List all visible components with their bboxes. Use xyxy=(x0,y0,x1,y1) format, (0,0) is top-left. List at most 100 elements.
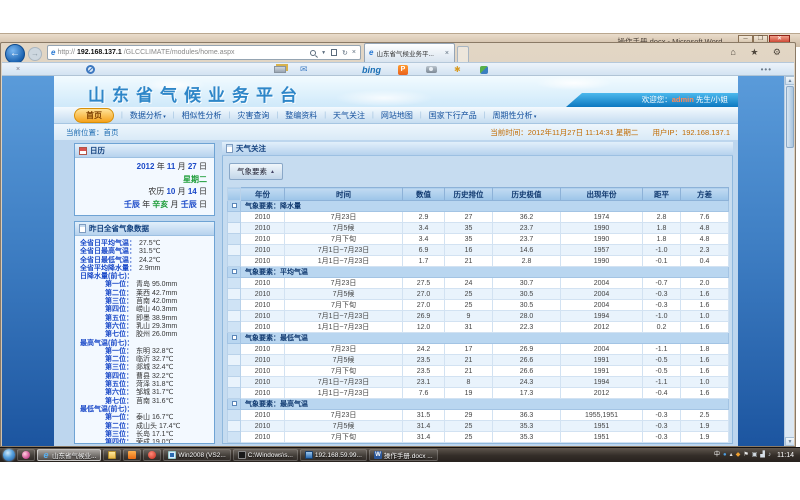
taskbar-button-explorer[interactable] xyxy=(103,449,121,461)
expand-checkbox[interactable] xyxy=(232,269,237,274)
bing-logo[interactable]: bing xyxy=(362,65,381,75)
forward-button[interactable]: → xyxy=(28,47,42,61)
toolbar-close-icon[interactable]: × xyxy=(16,66,20,73)
table-row[interactable]: 20107月23日27.52430.72004-0.72.0 xyxy=(228,278,729,289)
nav-item-2[interactable]: 相似性分析 xyxy=(182,110,222,121)
tab-close-icon[interactable]: × xyxy=(445,50,449,57)
taskbar-button-vm[interactable]: Win2008 (VS2... xyxy=(163,449,230,461)
back-button[interactable]: ← xyxy=(5,44,25,64)
star-plugin-icon[interactable]: ✱ xyxy=(454,65,461,74)
element-selector-button[interactable]: 气象要素 ▲ xyxy=(229,163,283,180)
ime-indicator-icon[interactable]: 中 xyxy=(714,451,720,459)
nav-item-5[interactable]: 天气关注 xyxy=(333,110,365,121)
camera-icon[interactable] xyxy=(426,66,437,73)
weather-panel-title: 昨日全省气象数据 xyxy=(89,223,149,234)
compatibility-view-icon[interactable] xyxy=(331,49,337,56)
mail-icon[interactable]: ✉ xyxy=(300,64,308,75)
table-row[interactable]: 20107月5候3.43523.719901.84.8 xyxy=(228,223,729,234)
nav-item-8[interactable]: 周期性分析 ▾ xyxy=(493,110,537,121)
network-icon[interactable]: ▟ xyxy=(760,451,765,459)
table-row[interactable]: 20107月5候27.02530.52004-0.31.6 xyxy=(228,289,729,300)
taskbar-button-media-player[interactable] xyxy=(143,449,161,461)
expand-cell[interactable] xyxy=(228,267,241,278)
vertical-scrollbar[interactable]: ▲ ▼ xyxy=(784,76,794,446)
table-group-row[interactable]: 气象要素：最高气温 xyxy=(228,399,729,410)
expand-checkbox[interactable] xyxy=(232,335,237,340)
expand-cell[interactable] xyxy=(228,399,241,410)
nav-item-0[interactable]: 首页 xyxy=(74,108,114,123)
table-row[interactable]: 20107月下旬27.02530.52004-0.31.6 xyxy=(228,300,729,311)
table-row[interactable]: 20107月5候31.42535.31951-0.31.9 xyxy=(228,421,729,432)
new-tab-button[interactable] xyxy=(457,46,469,62)
cell: 7月1日~7月23日 xyxy=(285,377,403,388)
table-row[interactable]: 20107月23日31.52936.31955,1951-0.32.5 xyxy=(228,410,729,421)
scroll-up-icon[interactable]: ▲ xyxy=(785,76,794,85)
table-row[interactable]: 20107月1日~7月23日31.5933.01987-1.01.1 xyxy=(228,443,729,445)
app-badge-icon[interactable]: ● xyxy=(723,451,727,459)
table-row[interactable]: 20107月23日2.92736.219742.87.6 xyxy=(228,212,729,223)
taskbar-button-app-orange[interactable] xyxy=(123,449,141,461)
expand-checkbox[interactable] xyxy=(232,401,237,406)
rank-value: 荣成 19.0℃ xyxy=(136,439,173,444)
table-row[interactable]: 20101月1日~7月23日12.03122.320120.21.6 xyxy=(228,322,729,333)
volume-icon[interactable]: ♪ xyxy=(768,451,771,459)
expand-cell[interactable] xyxy=(228,333,241,344)
expand-checkbox[interactable] xyxy=(232,203,237,208)
column-header-0: 年份 xyxy=(241,188,285,201)
table-row[interactable]: 20107月1日~7月23日26.9928.01994-1.01.0 xyxy=(228,311,729,322)
address-bar[interactable]: e http:// 192.168.137.1 /GLCCLIMATE/modu… xyxy=(47,45,361,60)
table-row[interactable]: 20107月23日24.21726.92004-1.11.8 xyxy=(228,344,729,355)
cell: 1990 xyxy=(561,256,643,267)
nav-item-6[interactable]: 网站地图 xyxy=(381,110,413,121)
table-row[interactable]: 20101月1日~7月23日7.61917.32012-0.41.6 xyxy=(228,388,729,399)
nav-item-7[interactable]: 国家下行产品 xyxy=(429,110,477,121)
nav-item-4[interactable]: 整编资料 xyxy=(285,110,317,121)
rank-value: 胶州 26.0mm xyxy=(136,331,177,339)
cards-icon[interactable] xyxy=(274,66,286,73)
cell: 33.0 xyxy=(493,443,561,445)
browser-chrome-icons[interactable]: ⌂ ★ ⚙ xyxy=(730,47,787,58)
weather-group-title: 最高气温(前七)： xyxy=(80,340,214,348)
cell: 1991 xyxy=(561,366,643,377)
url-path: /GLCCLIMATE/modules/home.aspx xyxy=(124,49,235,56)
table-row[interactable]: 20107月5候23.52126.61991-0.51.6 xyxy=(228,355,729,366)
taskbar-button-remote-desktop[interactable]: 192.168.59.99... xyxy=(300,449,367,461)
nav-item-3[interactable]: 灾害查询 xyxy=(237,110,269,121)
start-button[interactable] xyxy=(3,449,15,461)
more-options-icon[interactable]: ••• xyxy=(761,65,772,74)
table-row[interactable]: 20107月下旬31.42535.31951-0.31.9 xyxy=(228,432,729,443)
plugin-p-icon[interactable]: P xyxy=(398,65,408,75)
taskbar-button-cmd[interactable]: C:\Windows\s... xyxy=(233,449,298,461)
stop-icon[interactable]: × xyxy=(352,49,356,56)
display-icon[interactable]: ▣ xyxy=(752,451,758,459)
scroll-down-icon[interactable]: ▼ xyxy=(785,437,794,446)
rank-label: 第二位： xyxy=(105,423,133,431)
cell: 1.7 xyxy=(403,256,445,267)
scrollbar-thumb[interactable] xyxy=(786,86,794,148)
table-row[interactable]: 20107月1日~7月23日6.91614.61957-1.02.3 xyxy=(228,245,729,256)
cell: 2010 xyxy=(241,421,285,432)
blocked-content-icon[interactable] xyxy=(86,65,95,74)
table-row[interactable]: 20107月下旬3.43523.719901.84.8 xyxy=(228,234,729,245)
action-center-flag-icon[interactable]: ⚑ xyxy=(743,451,748,459)
column-header-7: 方差 xyxy=(681,188,729,201)
table-row[interactable]: 20107月下旬23.52126.61991-0.51.6 xyxy=(228,366,729,377)
search-icon[interactable] xyxy=(310,50,316,56)
taskbar-button-launcher[interactable] xyxy=(17,449,35,461)
table-group-row[interactable]: 气象要素：降水量 xyxy=(228,201,729,212)
taskbar-button-ie[interactable]: e山东省气候业... xyxy=(37,449,101,461)
table-row[interactable]: 20101月1日~7月23日1.7212.81990-0.10.4 xyxy=(228,256,729,267)
column-header-4: 历史极值 xyxy=(493,188,561,201)
table-group-row[interactable]: 气象要素：最低气温 xyxy=(228,333,729,344)
refresh-icon[interactable]: ↻ xyxy=(342,49,348,57)
table-group-row[interactable]: 气象要素：平均气温 xyxy=(228,267,729,278)
taskbar-button-word-doc[interactable]: W操作手册.docx ... xyxy=(369,449,438,461)
puzzle-plugin-icon[interactable] xyxy=(480,66,488,74)
nav-item-1[interactable]: 数据分析 ▾ xyxy=(130,110,166,121)
browser-tab[interactable]: e 山东省气候业务平... × xyxy=(364,43,455,62)
chevron-down-icon[interactable]: ▼ xyxy=(321,50,326,56)
expand-cell[interactable] xyxy=(228,201,241,212)
table-row[interactable]: 20107月1日~7月23日23.1824.31994-1.11.0 xyxy=(228,377,729,388)
show-hidden-icon[interactable]: ▴ xyxy=(730,451,733,459)
alert-icon[interactable]: ◆ xyxy=(736,451,741,459)
